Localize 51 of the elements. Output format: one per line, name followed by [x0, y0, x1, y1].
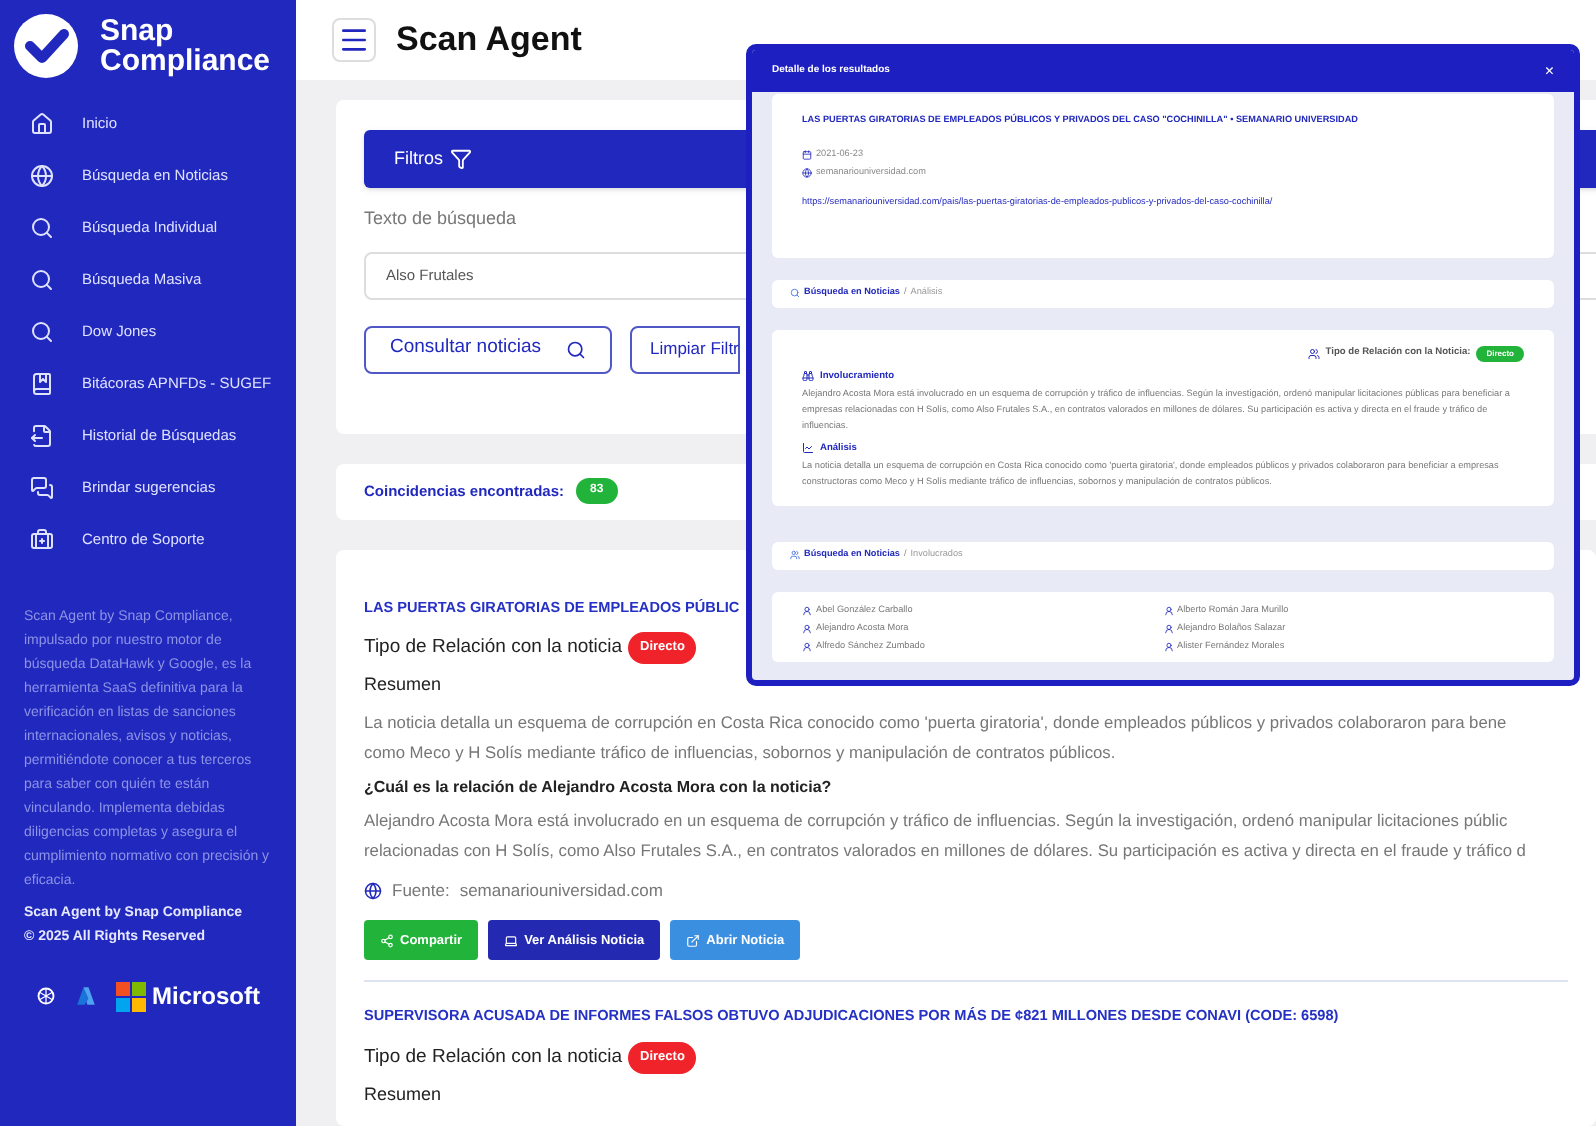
close-button[interactable]: × [1544, 59, 1554, 83]
external-link-icon [686, 933, 701, 948]
question-text: ¿Cuál es la relación de Alejandro Acosta Mora con la noticia? [364, 775, 834, 800]
query-button[interactable]: Consultar noticias [364, 325, 612, 373]
section-label: Resumen [364, 672, 444, 699]
search-icon [30, 267, 54, 291]
summary-line: La noticia detalla un esquema de corrupción en Costa Rica conocido como 'puerta giratoria', donde empleados públicos y privados colaboraron para bene [364, 709, 1509, 736]
person-icon [802, 623, 812, 634]
search-icon [566, 339, 586, 359]
source-text: semanariouniversidad.com [459, 877, 663, 903]
medical-kit-icon [30, 527, 54, 551]
binoculars-icon [802, 370, 814, 383]
users-icon [790, 550, 800, 561]
windows-logo-icon [116, 981, 146, 1011]
person-icon [1163, 641, 1173, 652]
person-icon [1163, 623, 1173, 634]
person-icon [1163, 605, 1173, 616]
file-export-icon [30, 423, 54, 447]
search-icon [30, 319, 54, 343]
menu-icon [338, 24, 370, 56]
answer-line: relacionadas con H Solís, como Also Frutales S.A., en contratos valorados en millones de dólares. Su participación es activa y directa en el fraude y tráfico d [364, 837, 1528, 864]
bookmark-icon [30, 371, 54, 395]
filter-title: Filtros [394, 145, 443, 172]
field-label: Texto de búsqueda [364, 206, 519, 232]
section-label: Resumen [364, 1082, 444, 1109]
share-icon [380, 933, 394, 948]
filter-icon [449, 148, 471, 170]
menu-button[interactable] [332, 18, 376, 62]
globe-icon [802, 167, 812, 178]
source-label: Fuente: [392, 877, 450, 903]
relation-label: Tipo de Relación con la noticia [364, 1044, 623, 1073]
partner-name: Microsoft [152, 980, 260, 1014]
globe-icon [364, 881, 382, 900]
home-icon [30, 111, 54, 135]
relation-label: Tipo de Relación con la noticia [364, 634, 623, 663]
search-icon [790, 288, 800, 299]
summary-line: como Meco y H Solís mediante tráfico de influencias, sobornos y manipulación de contratos públicos. [364, 739, 1118, 766]
globe-icon [30, 163, 54, 187]
calendar-icon [802, 149, 812, 160]
search-icon [30, 215, 54, 239]
laptop-icon [504, 933, 519, 948]
answer-line: Alejandro Acosta Mora está involucrado en un esquema de corrupción y tráfico de influencias. Según la investigación, ordenó manipular licitaciones públic [364, 807, 1510, 834]
person-icon [802, 605, 812, 616]
brand-name: Compliance [100, 46, 271, 76]
logo-icon [12, 12, 80, 80]
users-icon [1307, 347, 1320, 360]
line-chart-icon [802, 442, 814, 455]
chat-icon [30, 475, 54, 499]
person-icon [802, 641, 812, 652]
page-title: Scan Agent [396, 18, 582, 63]
brand-name: Snap [100, 16, 176, 46]
